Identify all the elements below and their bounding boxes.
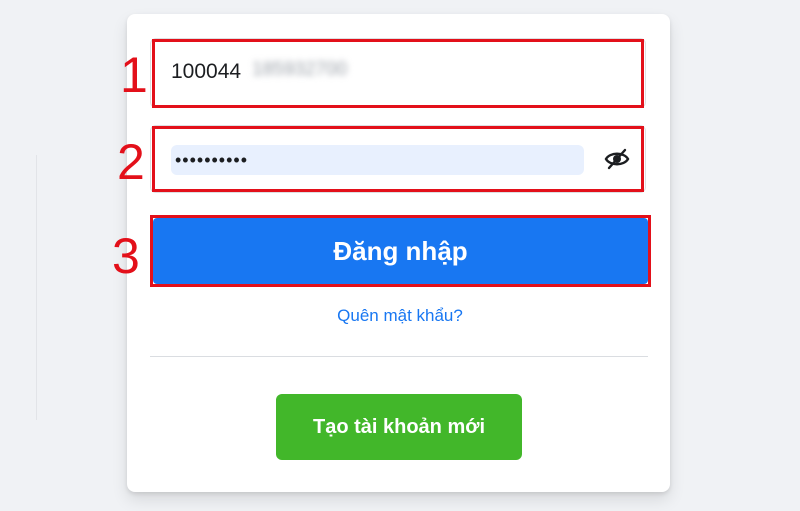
step-1-number: 1: [120, 47, 148, 103]
step-2-number: 2: [117, 134, 145, 190]
create-account-button[interactable]: Tạo tài khoản mới: [276, 394, 522, 460]
forgot-password-link[interactable]: Quên mật khẩu?: [0, 306, 800, 326]
page-divider-line: [36, 155, 37, 420]
step-1-highlight-box: [152, 39, 644, 108]
step-3-highlight-box: [150, 215, 651, 287]
step-3-number: 3: [112, 228, 140, 284]
form-divider: [150, 356, 648, 357]
step-2-highlight-box: [152, 126, 644, 192]
